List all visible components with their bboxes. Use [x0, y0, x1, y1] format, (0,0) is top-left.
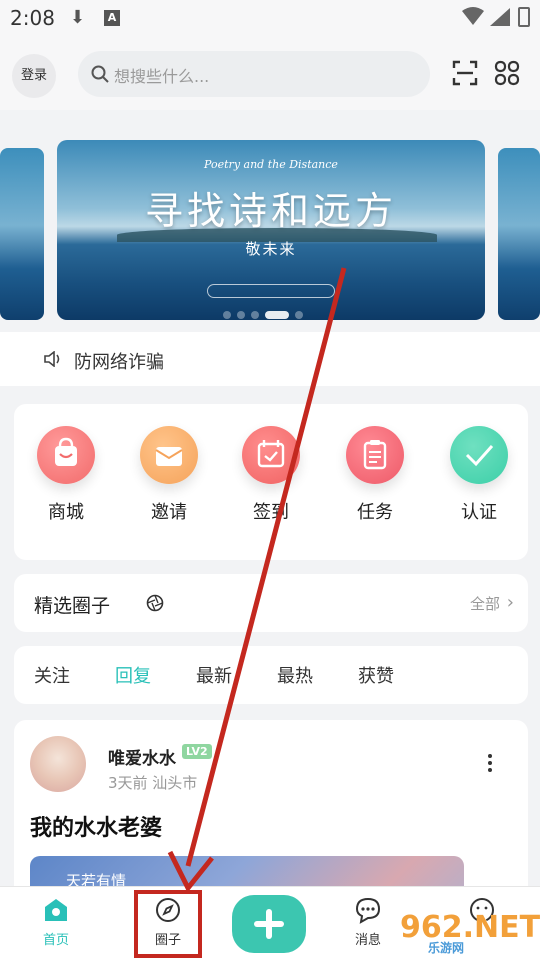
carousel-dot [251, 311, 259, 319]
search-icon [91, 65, 109, 83]
tab-reply[interactable]: 回复 [115, 662, 151, 688]
notice-bar[interactable]: 防网络诈骗 [0, 332, 540, 386]
tab-follow[interactable]: 关注 [34, 662, 70, 688]
banner-prev-slide[interactable] [0, 148, 44, 320]
banner-title: 寻找诗和远方 [144, 189, 397, 233]
banner-slide[interactable]: Poetry and the Distance 寻找诗和远方 敬未来 [57, 140, 485, 320]
post-meta: 3天前 汕头市 [108, 774, 198, 792]
shortcut-invite[interactable]: 邀请 [124, 426, 214, 524]
chat-bubble-icon [355, 897, 381, 924]
nav-label: 首页 [42, 933, 69, 948]
apps-grid-icon[interactable] [494, 60, 520, 86]
banner-slogan: 敬未来 [245, 240, 297, 258]
create-post-button[interactable] [232, 895, 306, 953]
shortcut-label: 认证 [461, 502, 497, 523]
carousel-dot [237, 311, 245, 319]
speaker-icon [44, 351, 60, 367]
notification-a-icon: A [104, 10, 120, 26]
banner-caption-pill [207, 284, 335, 298]
featured-circles-title: 精选圈子 [34, 595, 111, 617]
nav-label: 消息 [354, 933, 381, 948]
view-all-link[interactable]: 全部 [470, 593, 500, 614]
shortcut-task[interactable]: 任务 [330, 426, 420, 524]
search-placeholder: 想搜些什么... [114, 67, 210, 86]
shop-bag-icon [37, 426, 95, 484]
watermark-logo: 962.NET 乐游网 [400, 910, 540, 956]
banner-carousel[interactable]: Poetry and the Distance 寻找诗和远方 敬未来 [0, 110, 540, 332]
banner-next-slide[interactable] [498, 148, 540, 320]
annotation-highlight-box [134, 890, 202, 958]
shortcut-checkin[interactable]: 签到 [226, 426, 316, 524]
search-input[interactable]: 想搜些什么... [78, 51, 430, 97]
tab-latest[interactable]: 最新 [196, 662, 232, 688]
carousel-dots [223, 304, 309, 320]
level-badge: LV2 [182, 744, 212, 759]
shortcut-verify[interactable]: 认证 [434, 426, 524, 524]
featured-circles-row[interactable]: 精选圈子 全部 › [14, 574, 528, 632]
checkin-calendar-icon [242, 426, 300, 484]
shortcut-label: 任务 [357, 502, 393, 523]
nav-home[interactable]: 首页 [16, 895, 96, 948]
invite-envelope-icon [140, 426, 198, 484]
shortcut-label: 邀请 [151, 502, 187, 523]
cellular-icon [490, 8, 510, 26]
watermark-brand: 962.NET [400, 910, 540, 945]
banner-subtitle: Poetry and the Distance [204, 158, 338, 171]
status-time: 2:08 [10, 6, 55, 30]
login-button[interactable]: 登录 [12, 54, 56, 98]
nav-messages[interactable]: 消息 [328, 895, 408, 948]
status-bar: 2:08 ⬇ A [0, 0, 540, 36]
tab-liked[interactable]: 获赞 [358, 662, 394, 688]
scan-icon[interactable] [452, 60, 478, 86]
wifi-icon [462, 7, 484, 25]
notice-text: 防网络诈骗 [74, 352, 164, 373]
shortcut-label: 商城 [48, 502, 84, 523]
post-username[interactable]: 唯爱水水 [108, 744, 176, 769]
more-options-icon[interactable] [488, 754, 494, 775]
post-title: 我的水水老婆 [30, 816, 163, 841]
carousel-dot [295, 311, 303, 319]
home-icon [45, 899, 67, 921]
shortcut-label: 签到 [253, 502, 289, 523]
battery-icon [518, 7, 530, 27]
carousel-dot [223, 311, 231, 319]
shortcut-grid: 商城 邀请 签到 任务 认证 [14, 404, 528, 560]
download-icon: ⬇ [70, 7, 86, 28]
aperture-icon [146, 594, 164, 612]
top-header: 登录 想搜些什么... [0, 36, 540, 110]
avatar[interactable] [30, 736, 86, 792]
feed-tabs: 关注 回复 最新 最热 获赞 [14, 646, 528, 704]
carousel-dot-active [265, 311, 289, 319]
verify-check-icon [450, 426, 508, 484]
shortcut-shop[interactable]: 商城 [21, 426, 111, 524]
tab-hot[interactable]: 最热 [277, 662, 313, 688]
chevron-right-icon: › [506, 592, 514, 613]
task-clipboard-icon [346, 426, 404, 484]
